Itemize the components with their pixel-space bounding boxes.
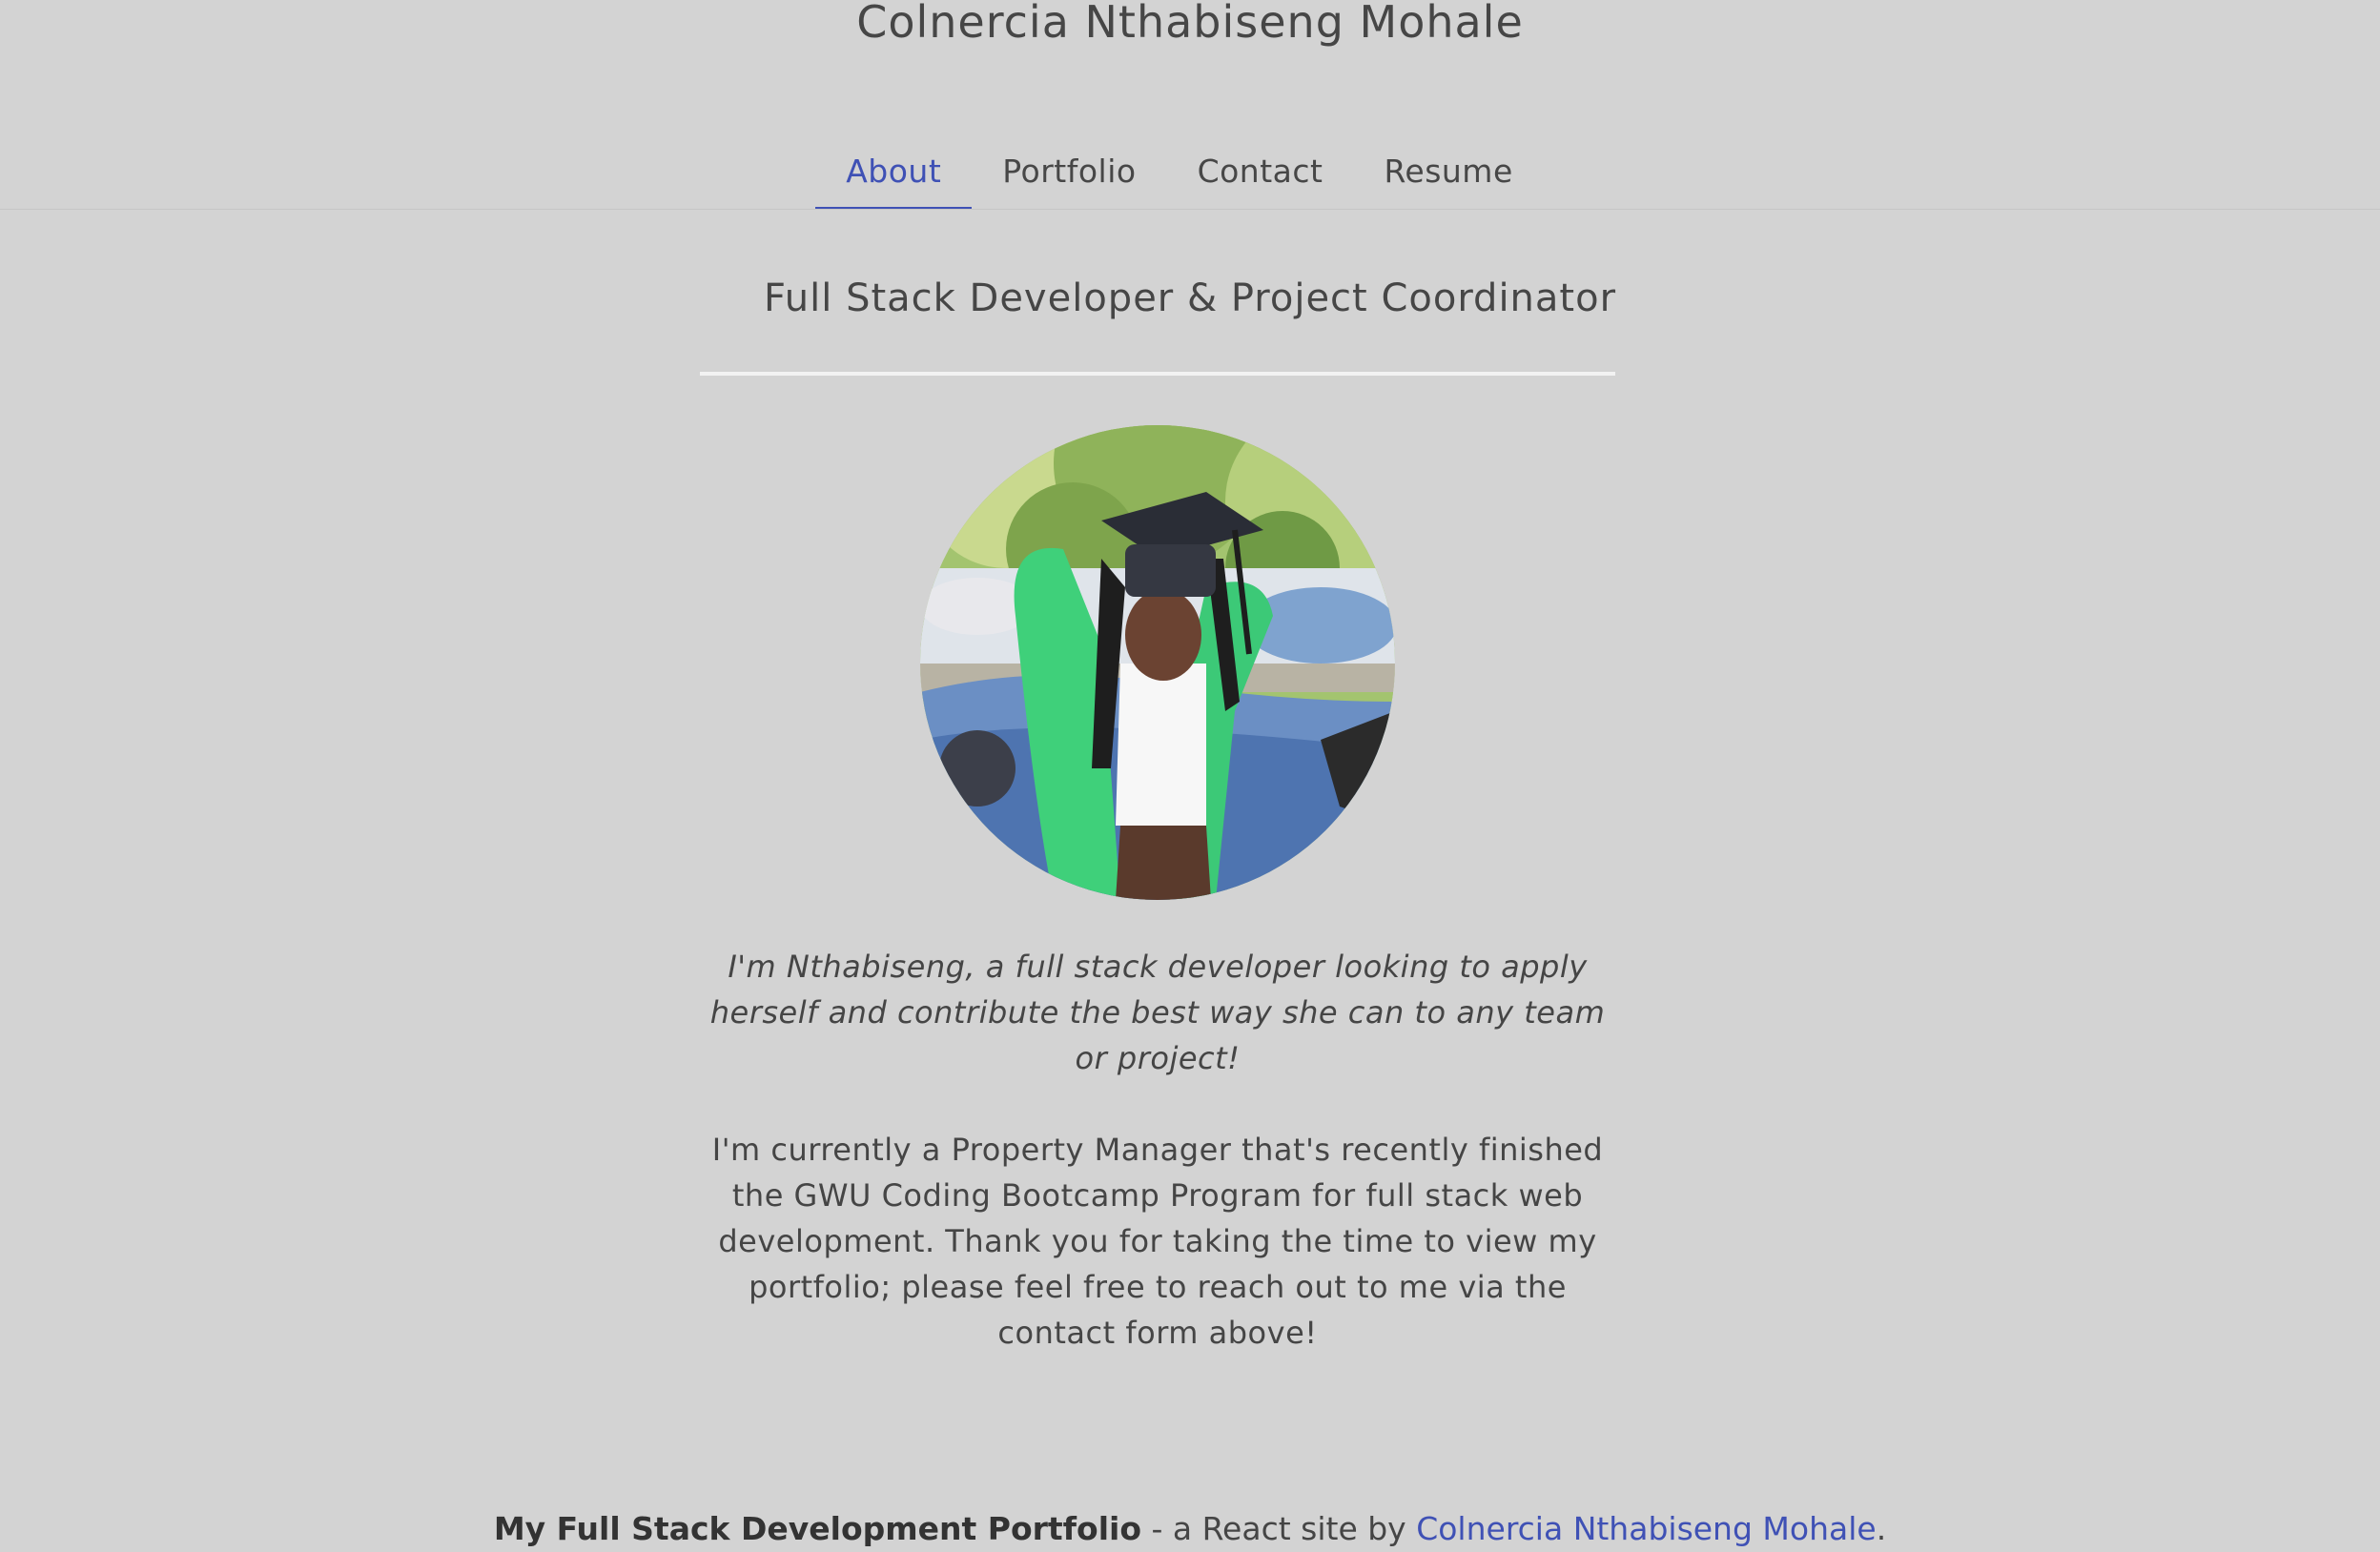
footer-middle-text: - a React site by (1141, 1510, 1417, 1547)
footer-title: My Full Stack Development Portfolio (493, 1510, 1141, 1547)
profile-photo (920, 425, 1395, 900)
tab-portfolio[interactable]: Portfolio (972, 133, 1166, 207)
page-headline: Full Stack Developer & Project Coordinat… (763, 276, 1617, 320)
footer-end-text: . (1876, 1510, 1887, 1547)
tab-contact[interactable]: Contact (1167, 133, 1354, 207)
tab-about[interactable]: About (815, 133, 973, 209)
tab-resume[interactable]: Resume (1353, 133, 1543, 207)
intro-text: I'm Nthabiseng, a full stack developer l… (709, 949, 1606, 1076)
profile-photo-illustration (920, 425, 1395, 900)
bio-text: I'm currently a Property Manager that's … (711, 1132, 1604, 1351)
nav-tabs: About Portfolio Contact Resume (0, 133, 2380, 209)
nav-bar: About Portfolio Contact Resume (0, 133, 2380, 210)
footer-author-link[interactable]: Colnercia Nthabiseng Mohale (1416, 1510, 1876, 1547)
site-title: Colnercia Nthabiseng Mohale (856, 0, 1524, 48)
footer: My Full Stack Development Portfolio - a … (0, 1510, 2380, 1547)
headline-divider (700, 372, 1615, 376)
page: Colnercia Nthabiseng Mohale About Portfo… (0, 0, 2380, 1552)
